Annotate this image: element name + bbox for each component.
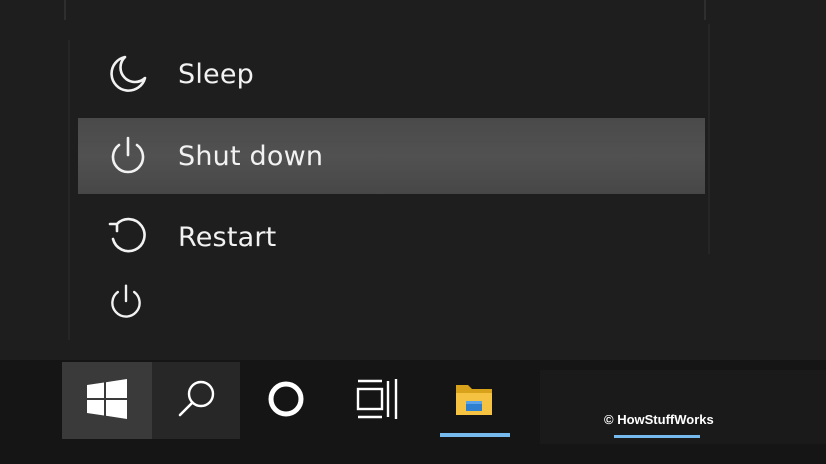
search-icon [174, 377, 218, 425]
start-menu-left-edge [64, 0, 66, 20]
menu-item-shut-down[interactable]: Shut down [78, 118, 705, 194]
moon-icon [100, 46, 156, 102]
folder-icon [452, 379, 496, 423]
system-tray [540, 370, 826, 444]
power-options-menu: Sleep Shut down Restart [78, 34, 706, 274]
windows-logo-icon [86, 378, 128, 424]
power-button[interactable] [100, 278, 152, 330]
start-menu-right-edge-lower [708, 24, 710, 254]
start-menu-left-edge-lower [68, 40, 70, 340]
search-button[interactable] [152, 362, 240, 439]
menu-item-label: Sleep [178, 58, 255, 90]
start-button[interactable] [62, 362, 152, 439]
menu-item-label: Shut down [178, 140, 324, 172]
watermark-underline [614, 435, 700, 438]
cortana-circle-icon [265, 378, 307, 424]
start-menu-right-edge [704, 0, 706, 20]
menu-item-restart[interactable]: Restart [78, 199, 705, 275]
file-explorer-button[interactable] [430, 362, 518, 439]
task-view-icon [355, 378, 401, 424]
power-icon [106, 282, 146, 326]
power-icon [100, 128, 156, 184]
watermark: © HowStuffWorks [604, 412, 714, 427]
taskbar: © HowStuffWorks [0, 360, 826, 464]
task-view-button[interactable] [332, 362, 424, 439]
menu-item-sleep[interactable]: Sleep [78, 36, 705, 112]
menu-item-label: Restart [178, 221, 277, 253]
restart-icon [100, 209, 156, 265]
cortana-button[interactable] [240, 362, 332, 439]
running-app-indicator [440, 433, 510, 437]
desktop: Sleep Shut down Restart © HowStuffWorks [0, 0, 826, 464]
